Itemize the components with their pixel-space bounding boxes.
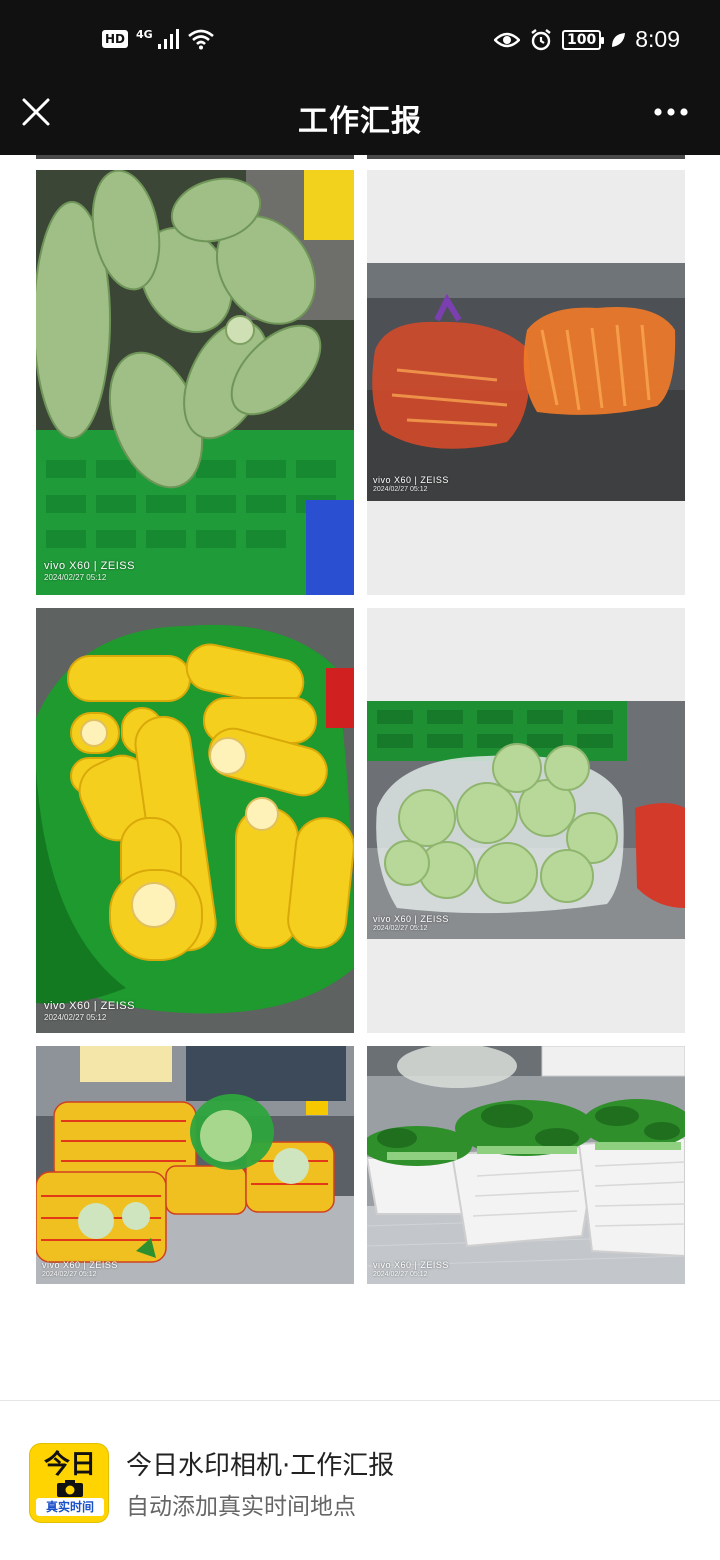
watermark-brand: vivo X60 | ZEISS (373, 1260, 449, 1270)
app-logo[interactable]: 今日 真实时间 (29, 1443, 109, 1523)
clock-time: 8:09 (635, 26, 680, 52)
photo-zucchini[interactable]: vivo X60 | ZEISS 2024/02/27 05:12 (36, 170, 354, 595)
watermark-brand: vivo X60 | ZEISS (373, 914, 449, 924)
watermark-brand: vivo X60 | ZEISS (44, 560, 135, 572)
zucchini-image (36, 170, 354, 595)
photo-watermark: vivo X60 | ZEISS 2024/02/27 05:12 (373, 914, 449, 932)
watermark-date: 2024/02/27 05:12 (42, 1271, 97, 1278)
camera-icon (57, 1480, 83, 1497)
photo-carrots[interactable]: vivo X60 | ZEISS 2024/02/27 05:12 (367, 170, 685, 595)
more-icon (654, 108, 688, 116)
promo-title[interactable]: 今日水印相机·工作汇报 (126, 1445, 394, 1482)
wifi-icon (187, 29, 214, 50)
watermark-date: 2024/02/27 05:12 (44, 573, 107, 582)
photo-watermark: vivo X60 | ZEISS 2024/02/27 05:12 (373, 1260, 449, 1278)
watermark-brand: vivo X60 | ZEISS (42, 1260, 118, 1270)
app-promo-banner[interactable]: 今日 真实时间 今日水印相机·工作汇报 自动添加真实时间地点 (0, 1400, 720, 1560)
alarm-icon (531, 28, 551, 50)
previous-row-peek-right (367, 155, 685, 159)
photo-watermark: vivo X60 | ZEISS 2024/02/27 05:12 (44, 1000, 135, 1022)
carrots-image (367, 170, 685, 595)
watermark-date: 2024/02/27 05:12 (44, 1013, 107, 1022)
watermark-brand: vivo X60 | ZEISS (373, 475, 449, 485)
bagged-vegetables-image (36, 1046, 354, 1284)
watermark-brand: vivo X60 | ZEISS (44, 1000, 135, 1012)
photo-bagged-vegetables[interactable]: vivo X60 | ZEISS 2024/02/27 05:12 (36, 1046, 354, 1284)
battery-indicator: 100 (562, 29, 605, 50)
corn-image (36, 608, 354, 1033)
promo-subtitle: 自动添加真实时间地点 (126, 1494, 356, 1520)
leaf-icon (612, 32, 626, 47)
signal-icon (157, 29, 179, 49)
status-right: 100 8:09 (494, 26, 680, 53)
photo-leafy-greens[interactable]: vivo X60 | ZEISS 2024/02/27 05:12 (367, 1046, 685, 1284)
more-button[interactable] (654, 104, 688, 120)
watermark-date: 2024/02/27 05:12 (373, 486, 428, 493)
photo-gallery[interactable]: vivo X60 | ZEISS 2024/02/27 05:12 vivo X… (0, 155, 720, 1400)
watermark-date: 2024/02/27 05:12 (373, 1271, 428, 1278)
photo-watermark: vivo X60 | ZEISS 2024/02/27 05:12 (373, 475, 449, 493)
status-bar: HD 4G 100 8:09 (0, 0, 720, 84)
cabbage-image (367, 608, 685, 1033)
photo-watermark: vivo X60 | ZEISS 2024/02/27 05:12 (42, 1260, 118, 1278)
logo-subtext: 真实时间 (36, 1498, 104, 1516)
previous-row-peek-left (36, 155, 354, 159)
top-navigation-bar: 工作汇报 (0, 84, 720, 155)
photo-cabbage[interactable]: vivo X60 | ZEISS 2024/02/27 05:12 (367, 608, 685, 1033)
photo-corn[interactable]: vivo X60 | ZEISS 2024/02/27 05:12 (36, 608, 354, 1033)
leafy-greens-image (367, 1046, 685, 1284)
photo-watermark: vivo X60 | ZEISS 2024/02/27 05:12 (44, 560, 135, 582)
network-type: 4G (136, 27, 153, 41)
status-left: HD 4G (102, 28, 215, 50)
hd-badge: HD (102, 30, 129, 48)
eye-icon (494, 32, 520, 47)
logo-text: 今日 (43, 1450, 96, 1480)
page-title: 工作汇报 (298, 104, 422, 139)
watermark-date: 2024/02/27 05:12 (373, 925, 428, 932)
